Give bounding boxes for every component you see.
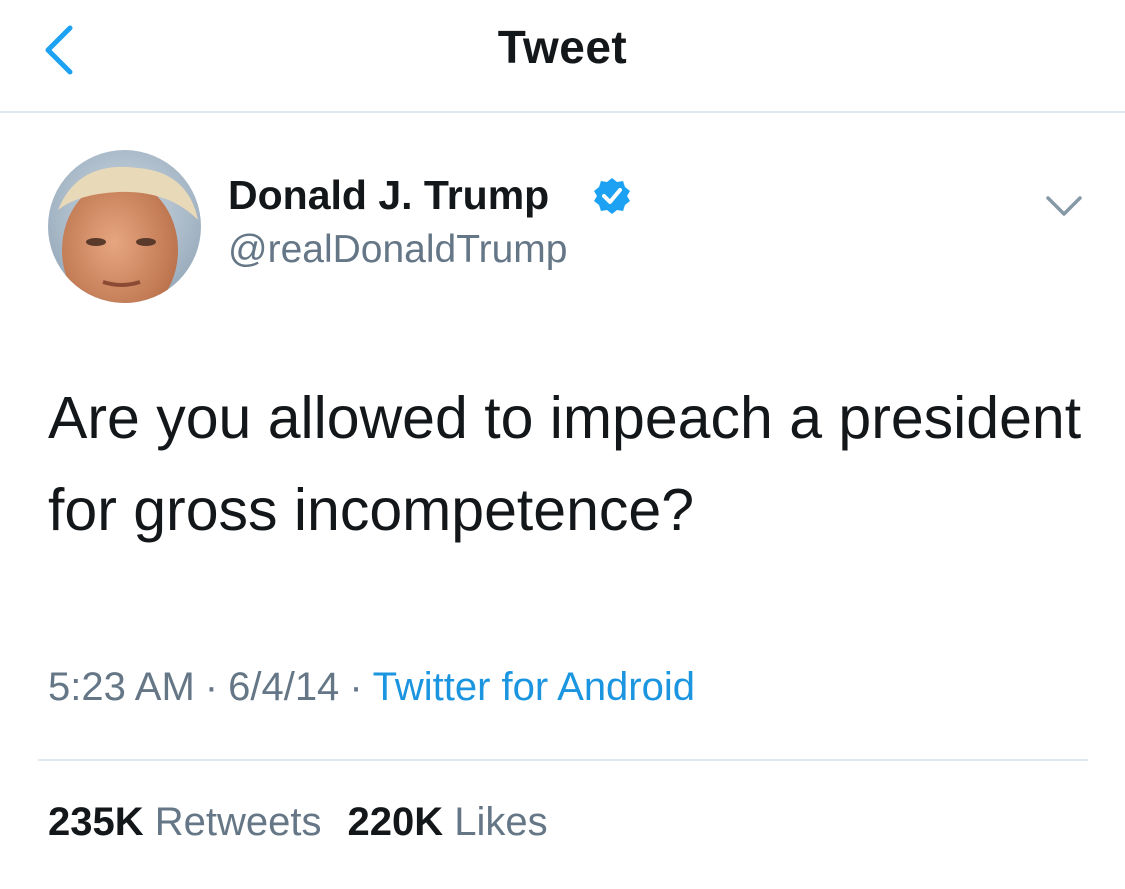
meta-separator: · bbox=[204, 665, 219, 709]
tweet-source-link[interactable]: Twitter for Android bbox=[373, 665, 695, 709]
verified-badge-icon bbox=[594, 178, 630, 214]
chevron-down-icon bbox=[1046, 196, 1082, 216]
likes-stat[interactable]: 220K Likes bbox=[348, 800, 548, 844]
avatar[interactable] bbox=[48, 150, 201, 303]
tweet-date: 6/4/14 bbox=[228, 665, 340, 709]
retweets-count: 235K bbox=[48, 800, 144, 844]
retweets-stat[interactable]: 235K Retweets bbox=[48, 800, 322, 844]
meta-separator: · bbox=[349, 665, 363, 709]
tweet-stats: 235K Retweets 220K Likes bbox=[48, 800, 548, 845]
tweet-time: 5:23 AM bbox=[48, 665, 195, 709]
navigation-header: Tweet bbox=[0, 0, 1125, 113]
tweet-meta: 5:23 AM · 6/4/14 · Twitter for Android bbox=[48, 665, 695, 710]
profile-photo-icon bbox=[48, 150, 201, 303]
likes-count: 220K bbox=[347, 800, 444, 844]
author-handle[interactable]: @realDonaldTrump bbox=[228, 228, 567, 272]
tweet-text: Are you allowed to impeach a president f… bbox=[48, 385, 1082, 543]
retweets-label: Retweets bbox=[154, 800, 322, 844]
likes-label: Likes bbox=[454, 800, 548, 844]
page-title: Tweet bbox=[497, 21, 628, 73]
divider bbox=[38, 759, 1088, 761]
author-display-name[interactable]: Donald J. Trump bbox=[228, 172, 549, 219]
tweet-menu-button[interactable] bbox=[1040, 186, 1088, 226]
